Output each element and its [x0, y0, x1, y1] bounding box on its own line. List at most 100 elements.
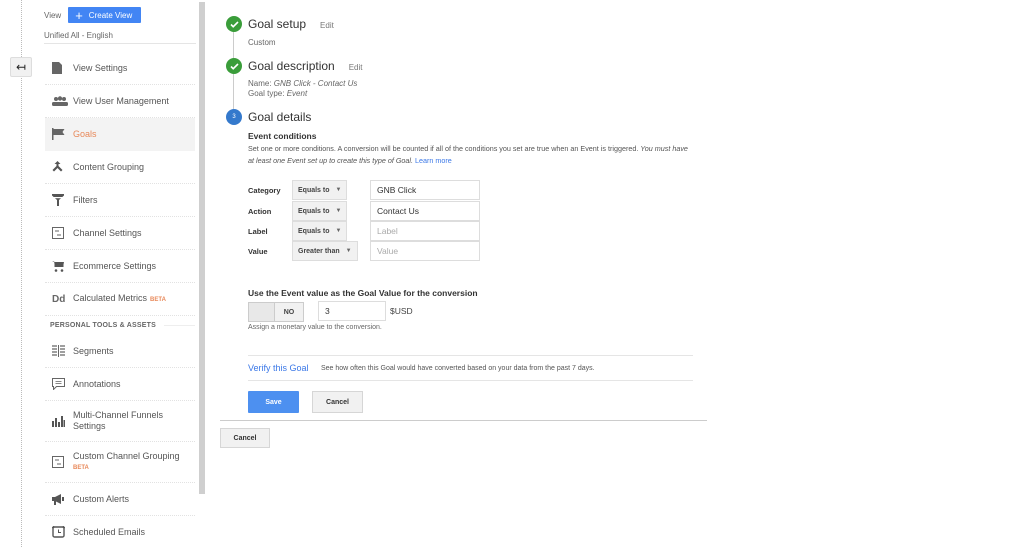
condition-label: Value	[248, 246, 268, 256]
sidebar-item-label: Scheduled Emails	[73, 526, 146, 537]
step-goal-details: Goal details	[248, 110, 312, 124]
plus-icon: +	[75, 7, 83, 23]
event-conditions-description: Set one or more conditions. A conversion…	[248, 143, 688, 167]
verify-goal-description: See how often this Goal would have conve…	[321, 365, 595, 372]
condition-row-category: Category Equals to ▼ GNB Click	[248, 180, 480, 200]
sidebar-item-label: Channel Settings	[73, 227, 142, 238]
desc-text: Set one or more conditions. A conversion…	[248, 144, 639, 153]
sidebar-item-filters[interactable]: Filters	[45, 184, 195, 217]
create-view-button[interactable]: + Create View	[68, 7, 142, 23]
outer-cancel-button[interactable]: Cancel	[220, 428, 270, 448]
edit-goal-setup-link[interactable]: Edit	[320, 21, 334, 30]
operator-value: Equals to	[298, 227, 330, 235]
divider	[220, 420, 707, 421]
cart-icon	[45, 260, 73, 272]
goal-value-input[interactable]: 3	[318, 301, 386, 321]
view-label: View	[44, 10, 62, 20]
event-conditions-title: Event conditions	[248, 131, 317, 141]
segments-icon	[45, 345, 73, 357]
verify-goal-link[interactable]: Verify this Goal	[248, 363, 309, 373]
sidebar-item-calculated-metrics[interactable]: Dd Calculated Metrics BETA	[45, 283, 195, 316]
sidebar-item-label: Content Grouping	[73, 161, 145, 172]
operator-select[interactable]: Equals to ▼	[292, 221, 348, 241]
caret-down-icon: ▼	[335, 228, 342, 234]
check-icon	[226, 16, 242, 32]
toggle-knob	[249, 303, 275, 321]
sidebar-item-label: Custom Alerts	[73, 493, 130, 504]
sidebar-item-segments[interactable]: Segments	[45, 335, 195, 368]
document-icon	[45, 62, 73, 74]
currency-label: $USD	[390, 306, 413, 316]
megaphone-icon	[45, 493, 73, 505]
sidebar-item-custom-channel-grouping[interactable]: Custom Channel Grouping BETA	[45, 442, 195, 483]
action-input[interactable]: Contact Us	[370, 201, 480, 221]
condition-row-value: Value Greater than ▼ Value	[248, 241, 480, 261]
goal-editor: Goal setup Edit Custom Goal description Ed…	[220, 0, 720, 547]
sidebar-item-label: Filters	[73, 194, 98, 205]
sidebar-item-custom-alerts[interactable]: Custom Alerts	[45, 483, 195, 516]
step-goal-description: Goal description Edit	[248, 59, 363, 73]
goal-setup-value: Custom	[248, 38, 276, 47]
condition-label: Label	[248, 226, 268, 236]
beta-badge: BETA	[73, 464, 89, 471]
sidebar-item-annotations[interactable]: Annotations	[45, 368, 195, 401]
filter-icon	[45, 194, 73, 206]
goal-description-summary: Name: GNB Click - Contact Us Goal type: …	[248, 79, 357, 99]
left-rail-line	[21, 0, 22, 547]
sidebar-nav: View Settings View User Management Goals…	[45, 52, 195, 547]
learn-more-link[interactable]: Learn more	[415, 156, 452, 165]
goal-value-title: Use the Event value as the Goal Value fo…	[248, 288, 478, 298]
operator-value: Greater than	[298, 247, 340, 255]
sidebar-item-label: Ecommerce Settings	[73, 260, 157, 271]
goal-value-help: Assign a monetary value to the conversio…	[248, 324, 382, 331]
sidebar-item-content-grouping[interactable]: Content Grouping	[45, 151, 195, 184]
condition-label: Category	[248, 185, 281, 195]
sidebar-item-label: Calculated Metrics BETA	[73, 293, 166, 306]
flag-icon	[45, 128, 73, 140]
sidebar-item-scheduled-emails[interactable]: Scheduled Emails	[45, 516, 195, 547]
goal-type-value: Event	[286, 89, 308, 98]
sidebar-item-label: View User Management	[73, 95, 169, 106]
back-button[interactable]: ↤	[10, 57, 32, 77]
operator-select[interactable]: Equals to ▼	[292, 180, 348, 200]
caret-down-icon: ▼	[345, 248, 352, 254]
back-arrow-icon: ↤	[15, 60, 27, 74]
goal-value-toggle[interactable]: NO	[248, 302, 304, 322]
sidebar-item-view-user-management[interactable]: View User Management	[45, 85, 195, 118]
check-icon	[226, 58, 242, 74]
condition-row-action: Action Equals to ▼ Contact Us	[248, 201, 480, 221]
admin-sidebar: View + Create View Unified All - English…	[44, 0, 196, 547]
category-input[interactable]: GNB Click	[370, 180, 480, 200]
bar-chart-icon	[45, 415, 73, 427]
value-input[interactable]: Value	[370, 241, 480, 261]
cancel-button[interactable]: Cancel	[312, 391, 363, 413]
caret-down-icon: ▼	[335, 187, 342, 193]
divider	[44, 43, 196, 44]
sidebar-item-goals[interactable]: Goals	[45, 118, 195, 151]
sidebar-item-ecommerce-settings[interactable]: Ecommerce Settings	[45, 250, 195, 283]
operator-select[interactable]: Equals to ▼	[292, 201, 348, 221]
create-view-label: Create View	[88, 10, 133, 20]
sidebar-item-label: View Settings	[73, 62, 128, 73]
step-title: Goal setup	[248, 17, 307, 31]
step-title: Goal description	[248, 59, 335, 73]
edit-goal-description-link[interactable]: Edit	[349, 63, 363, 72]
sidebar-scrollbar[interactable]	[199, 2, 205, 494]
divider	[248, 380, 693, 381]
operator-select[interactable]: Greater than ▼	[292, 241, 358, 261]
step-goal-setup: Goal setup Edit	[248, 17, 334, 31]
condition-label: Action	[248, 206, 272, 216]
sidebar-item-label: Annotations	[73, 378, 121, 389]
goal-type-label: Goal type:	[248, 89, 285, 98]
sidebar-item-label: Custom Channel Grouping BETA	[73, 451, 180, 474]
save-button[interactable]: Save	[248, 391, 299, 413]
view-selector[interactable]: Unified All - English	[44, 31, 113, 40]
sidebar-item-label: Segments	[73, 345, 114, 356]
users-icon	[45, 96, 73, 106]
label-input[interactable]: Label	[370, 221, 480, 241]
goal-name-value: GNB Click - Contact Us	[273, 79, 358, 88]
sidebar-item-view-settings[interactable]: View Settings	[45, 52, 195, 85]
sidebar-item-channel-settings[interactable]: Channel Settings	[45, 217, 195, 250]
sidebar-item-multi-channel-funnels-settings[interactable]: Multi-Channel Funnels Settings	[45, 401, 195, 442]
toggle-state: NO	[275, 303, 303, 321]
